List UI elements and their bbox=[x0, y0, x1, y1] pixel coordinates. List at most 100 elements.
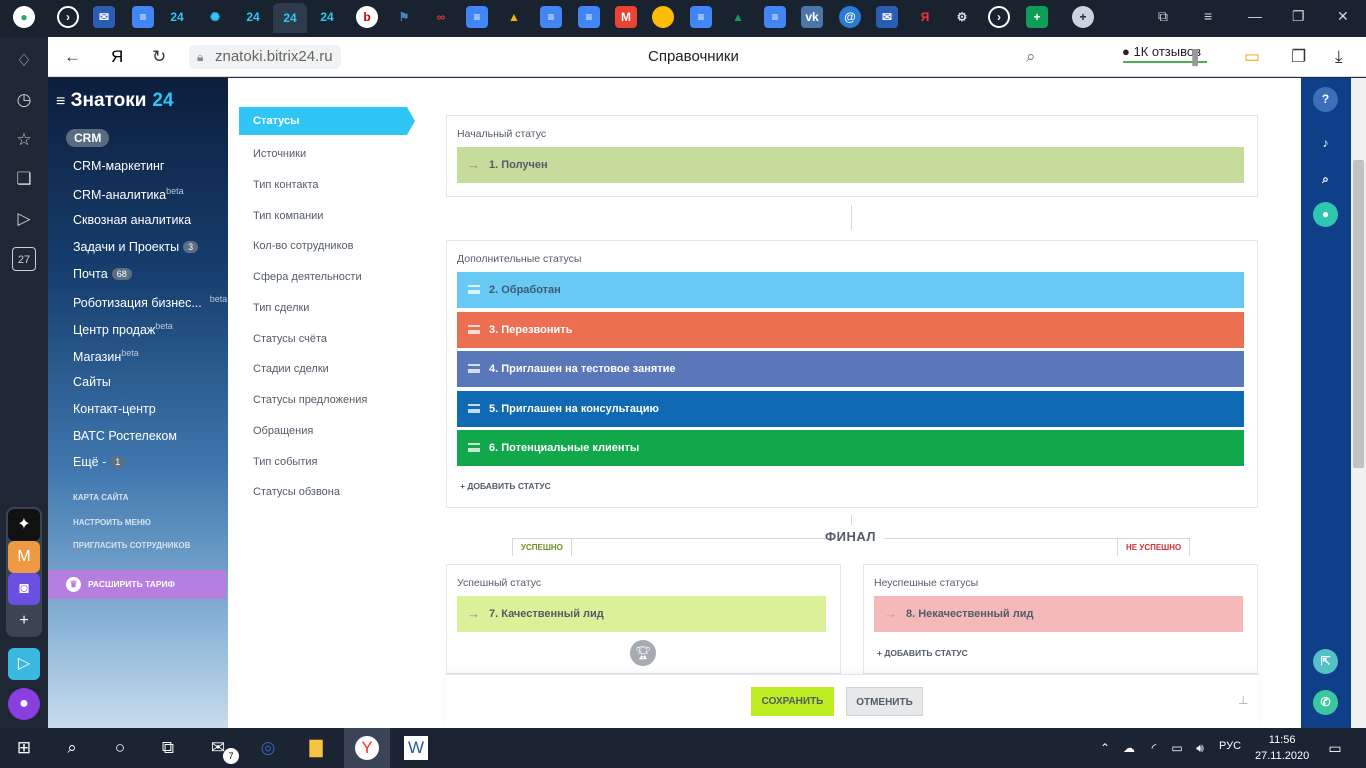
menu-item-event-type[interactable]: Тип события bbox=[253, 456, 317, 468]
mail-app-icon[interactable]: M bbox=[8, 541, 40, 573]
minimize-icon[interactable]: — bbox=[1248, 8, 1262, 24]
reload-icon[interactable]: ↻ bbox=[152, 47, 166, 67]
nav-sales-center[interactable]: Центр продажbeta bbox=[73, 321, 173, 337]
flag-tab-icon[interactable]: ⚑ bbox=[393, 6, 415, 28]
tray-app-icon[interactable]: ☁ bbox=[1117, 736, 1141, 760]
cancel-button[interactable]: ОТМЕНИТЬ bbox=[846, 687, 923, 716]
drag-handle-icon[interactable] bbox=[468, 325, 480, 334]
nav-robotization[interactable]: Роботизация бизнес... beta bbox=[73, 294, 227, 310]
crm-badge[interactable]: CRM bbox=[66, 129, 110, 147]
docs-tab-icon[interactable]: ≡ bbox=[690, 6, 712, 28]
drag-handle-icon[interactable] bbox=[468, 364, 480, 373]
status-item[interactable]: → 7. Качественный лид bbox=[457, 596, 826, 632]
bitrix24-tab-icon[interactable]: 24 bbox=[316, 6, 338, 28]
menu-item-appeals[interactable]: Обращения bbox=[253, 425, 313, 437]
notifications-icon[interactable]: ♪ bbox=[1313, 131, 1338, 156]
send-app-icon[interactable]: ▷ bbox=[8, 648, 40, 680]
close-icon[interactable]: ✕ bbox=[1337, 8, 1349, 25]
bitrix-tab-icon[interactable]: › bbox=[57, 6, 79, 28]
user-icon[interactable]: ● bbox=[1313, 202, 1338, 227]
docs-tab-icon[interactable]: ≡ bbox=[764, 6, 786, 28]
nav-tasks[interactable]: Задачи и Проекты 3 bbox=[73, 240, 199, 254]
status-item[interactable]: → 1. Получен bbox=[457, 147, 1244, 183]
search-icon[interactable]: ⌕ bbox=[1026, 47, 1036, 67]
nav-end-to-end-analytics[interactable]: Сквозная аналитика bbox=[73, 213, 191, 227]
nav-shop[interactable]: Магазинbeta bbox=[73, 348, 139, 364]
collections-icon[interactable]: ❏ bbox=[12, 167, 36, 191]
menu-item-quote-statuses[interactable]: Статусы предложения bbox=[253, 394, 367, 406]
docs-tab-icon[interactable]: ≡ bbox=[132, 6, 154, 28]
favorites-icon[interactable]: ☆ bbox=[12, 128, 36, 152]
clock[interactable]: 11:56 27.11.2020 bbox=[1255, 732, 1309, 764]
menu-item-sources[interactable]: Источники bbox=[253, 148, 306, 160]
save-button[interactable]: СОХРАНИТЬ bbox=[751, 687, 834, 716]
chrome-tab-icon[interactable] bbox=[652, 6, 674, 28]
battery-icon[interactable]: ▭ bbox=[1244, 47, 1260, 67]
yandex-browser-icon[interactable]: Y bbox=[355, 736, 379, 760]
vk-tab-icon[interactable]: vk bbox=[801, 6, 823, 28]
drive-tab-icon[interactable]: ▲ bbox=[727, 6, 749, 28]
nav-more[interactable]: Ещё -1 bbox=[73, 455, 126, 469]
status-item[interactable]: 2. Обработан bbox=[457, 272, 1244, 308]
phone-icon[interactable]: ✆ bbox=[1313, 690, 1338, 715]
menu-item-statuses[interactable]: Статусы bbox=[239, 107, 415, 135]
gear-tab-icon[interactable]: ⚙ bbox=[951, 6, 973, 28]
menu-item-invoice-statuses[interactable]: Статусы счёта bbox=[253, 333, 327, 345]
cortana-icon[interactable]: ○ bbox=[108, 736, 132, 760]
yandex-tab-icon[interactable]: Я bbox=[914, 6, 936, 28]
status-item[interactable]: → 8. Некачественный лид bbox=[874, 596, 1243, 632]
calendar-icon[interactable]: 27 bbox=[12, 247, 36, 271]
menu-item-contact-type[interactable]: Тип контакта bbox=[253, 179, 319, 191]
task-view-icon[interactable]: ⧉ bbox=[156, 736, 180, 760]
back-icon[interactable]: ← bbox=[64, 47, 81, 67]
opera-tab-icon[interactable]: b bbox=[356, 6, 378, 28]
link-tab-icon[interactable]: ∞ bbox=[430, 6, 452, 28]
nav-contact-center[interactable]: Контакт-центр bbox=[73, 402, 156, 416]
messenger-app-icon[interactable]: ◙ bbox=[8, 573, 40, 605]
status-item[interactable]: 4. Приглашен на тестовое занятие bbox=[457, 351, 1244, 387]
history-icon[interactable]: ◷ bbox=[12, 88, 36, 112]
menu-item-industry[interactable]: Сфера деятельности bbox=[253, 271, 362, 283]
portal-logo[interactable]: ≡ Знатоки 24 bbox=[56, 90, 174, 112]
play-icon[interactable]: ▷ bbox=[12, 207, 36, 231]
edge-icon[interactable]: ◎ bbox=[256, 736, 280, 760]
windows-start-icon[interactable]: ⊞ bbox=[12, 736, 36, 760]
scrollbar-thumb[interactable] bbox=[1353, 160, 1364, 468]
menu-item-call-statuses[interactable]: Статусы обзвона bbox=[253, 486, 340, 498]
help-icon[interactable]: ? bbox=[1313, 87, 1338, 112]
nav-sites[interactable]: Сайты bbox=[73, 375, 111, 389]
at-mail-tab-icon[interactable]: @ bbox=[839, 6, 861, 28]
menu-item-deal-stages[interactable]: Стадии сделки bbox=[253, 363, 329, 375]
docs-tab-icon[interactable]: ≡ bbox=[578, 6, 600, 28]
menu-icon[interactable]: ≡ bbox=[1204, 8, 1212, 24]
tray-chevron-icon[interactable]: ⌃ bbox=[1093, 736, 1117, 760]
download-icon[interactable]: ⤓ bbox=[1335, 47, 1343, 67]
menu-item-employees[interactable]: Кол-во сотрудников bbox=[253, 240, 353, 252]
hamburger-icon[interactable]: ≡ bbox=[56, 93, 65, 110]
explorer-icon[interactable]: ▇ bbox=[304, 736, 328, 760]
network-icon[interactable]: ◜ bbox=[1142, 736, 1166, 760]
nav-vats[interactable]: ВАТС Ростелеком bbox=[73, 429, 177, 443]
restore-icon[interactable]: ❐ bbox=[1292, 8, 1305, 25]
new-tab-icon[interactable]: + bbox=[1072, 6, 1094, 28]
drag-handle-icon[interactable] bbox=[468, 285, 480, 294]
menu-item-company-type[interactable]: Тип компании bbox=[253, 210, 323, 222]
status-item[interactable]: 3. Перезвонить bbox=[457, 312, 1244, 348]
add-app-icon[interactable]: + bbox=[8, 605, 40, 637]
bitrix-tab-icon[interactable]: › bbox=[988, 6, 1010, 28]
settings-tab-icon[interactable]: ✺ bbox=[204, 6, 226, 28]
word-icon[interactable]: W bbox=[404, 736, 428, 760]
drag-handle-icon[interactable] bbox=[468, 404, 480, 413]
volume-icon[interactable]: 🔊︎ bbox=[1188, 736, 1212, 760]
search-icon[interactable]: ⌕ bbox=[1313, 167, 1338, 192]
upgrade-tariff-button[interactable]: ♛ РАСШИРИТЬ ТАРИФ bbox=[48, 570, 226, 599]
gmail-tab-icon[interactable]: M bbox=[615, 6, 637, 28]
add-status-button[interactable]: + ДОБАВИТЬ СТАТУС bbox=[460, 481, 551, 491]
alice-app-icon[interactable]: ● bbox=[8, 688, 40, 720]
docs-tab-icon[interactable]: ≡ bbox=[466, 6, 488, 28]
menu-item-deal-type[interactable]: Тип сделки bbox=[253, 302, 309, 314]
url-field[interactable]: 🔒︎ znatoki.bitrix24.ru bbox=[189, 45, 341, 69]
tab-manager-icon[interactable]: ⧉ bbox=[1158, 8, 1168, 25]
add-status-button[interactable]: + ДОБАВИТЬ СТАТУС bbox=[877, 648, 968, 658]
status-item[interactable]: 5. Приглашен на консультацию bbox=[457, 391, 1244, 427]
